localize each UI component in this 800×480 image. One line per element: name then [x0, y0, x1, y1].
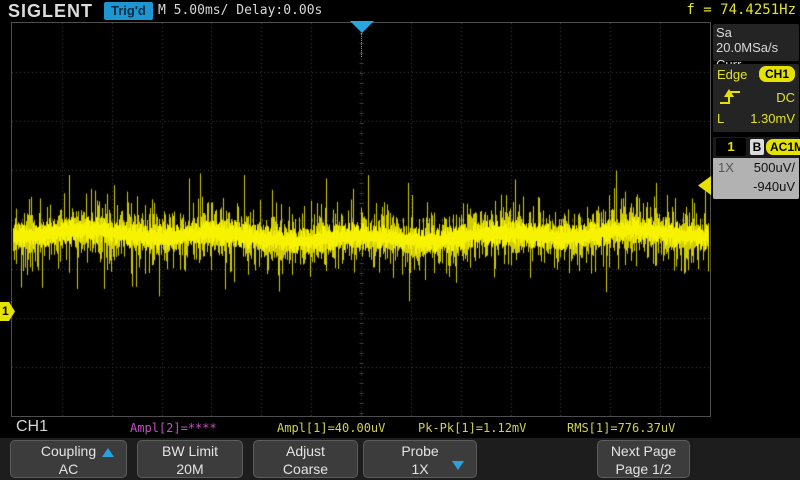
measurement-ampl1: Ampl[1]=40.00uV	[277, 421, 385, 435]
trigger-level-label: L	[717, 111, 724, 126]
rising-edge-icon	[717, 87, 743, 107]
trigger-info-box[interactable]: Edge CH1 DC L 1.30mV	[713, 64, 799, 132]
trigger-level-value: 1.30mV	[750, 108, 795, 130]
bw-limit-button[interactable]: BW Limit 20M	[137, 440, 243, 478]
siglent-logo: SIGLENT	[8, 1, 93, 22]
trigger-position-line	[361, 33, 362, 57]
measurement-strip: CH1 Ampl[2]=**** Ampl[1]=40.00uV Pk-Pk[1…	[0, 417, 711, 438]
measurement-pkpk1: Pk-Pk[1]=1.12mV	[418, 421, 526, 435]
active-channel-label: CH1	[16, 418, 48, 436]
trigger-source-badge: CH1	[759, 66, 795, 82]
trigger-status-badge: Trig'd	[104, 2, 153, 20]
channel1-info-box[interactable]: 1 B AC1M 1X 500uV/ -940uV	[713, 137, 799, 199]
down-arrow-icon	[452, 461, 464, 470]
measurement-ampl2: Ampl[2]=****	[130, 421, 217, 435]
sidebar: Sa 20.0MSa/s Curr 1.40Mpts Edge CH1 DC L…	[711, 21, 800, 438]
next-page-button[interactable]: Next Page Page 1/2	[597, 440, 690, 478]
coupling-button[interactable]: Coupling AC	[10, 440, 127, 478]
channel-number-badge: 1	[716, 138, 746, 156]
oscilloscope-screen: SIGLENT Trig'd M 5.00ms/ Delay:0.00s f =…	[0, 0, 800, 480]
graticule	[11, 22, 711, 417]
waveform-canvas	[12, 23, 710, 416]
waveform-display: 1	[0, 21, 711, 417]
probe-button[interactable]: Probe 1X	[363, 440, 477, 478]
trigger-type: Edge	[717, 67, 747, 82]
top-status-bar: SIGLENT Trig'd M 5.00ms/ Delay:0.00s f =…	[0, 0, 800, 21]
probe-attenuation: 1X	[718, 160, 734, 175]
sample-rate: Sa 20.0MSa/s	[713, 24, 799, 56]
adjust-button[interactable]: Adjust Coarse	[253, 440, 358, 478]
trigger-coupling: DC	[776, 87, 795, 109]
trigger-position-marker[interactable]	[350, 21, 374, 33]
softkey-menu-bar: Coupling AC BW Limit 20M Adjust Coarse P…	[0, 438, 800, 480]
up-arrow-icon	[102, 448, 114, 457]
measurement-rms1: RMS[1]=776.37uV	[567, 421, 675, 435]
timebase-readout: M 5.00ms/ Delay:0.00s	[158, 3, 322, 18]
bw-limit-badge: B	[750, 139, 764, 155]
acquisition-info-box[interactable]: Sa 20.0MSa/s Curr 1.40Mpts	[713, 24, 799, 61]
channel-offset: -940uV	[753, 179, 795, 194]
frequency-counter: f = 74.4251Hz	[686, 2, 796, 18]
volts-per-div: 500uV/	[754, 160, 795, 175]
channel-coupling-badge: AC1M	[766, 139, 800, 155]
